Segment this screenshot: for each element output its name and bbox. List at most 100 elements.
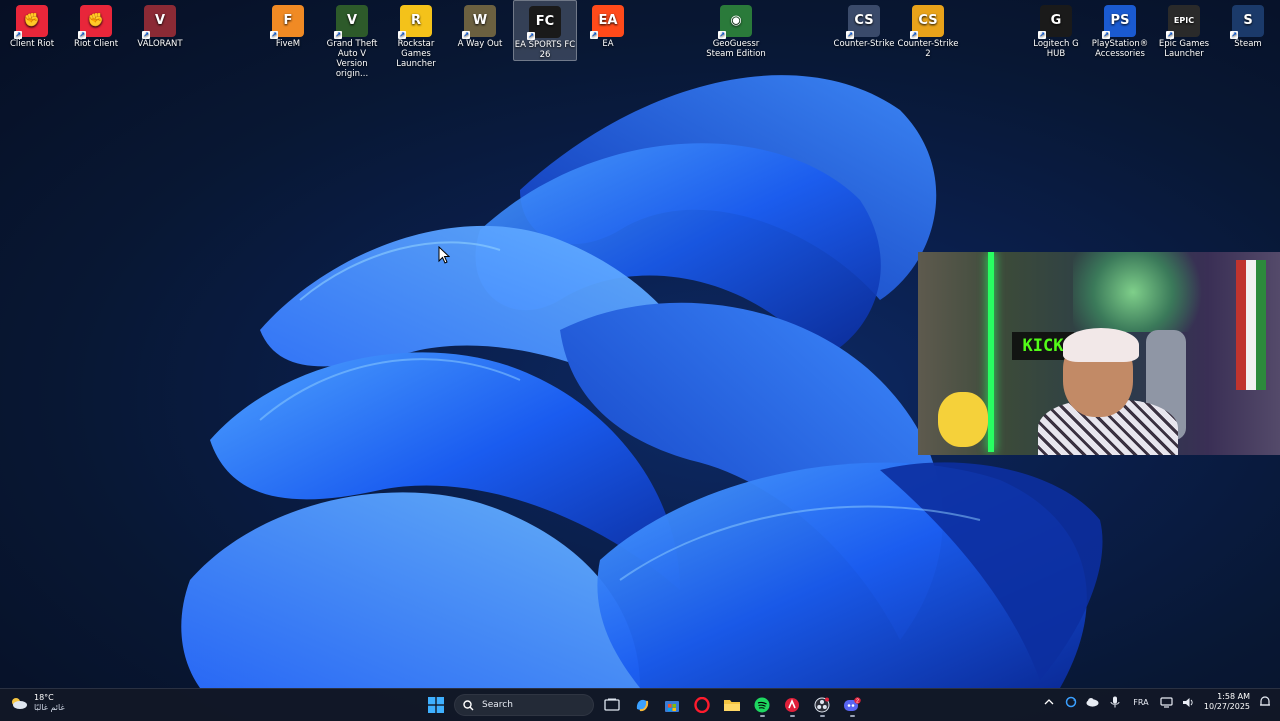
cloudy-weather-icon	[12, 698, 27, 709]
riot-icon: ✊ ↗	[78, 5, 112, 39]
desktop-icon-ea[interactable]: EA ↗ EA	[577, 0, 639, 49]
microsoft-store-button[interactable]	[660, 692, 684, 718]
discord-badge: 2	[856, 698, 859, 704]
desktop-icon-label: Rockstar Games Launcher	[396, 39, 436, 69]
running-indicator	[759, 715, 765, 717]
shortcut-arrow-icon: ↗	[846, 31, 854, 39]
shortcut-arrow-icon: ↗	[398, 31, 406, 39]
opera-icon	[694, 697, 710, 713]
clock-time: 1:58 AM	[1217, 692, 1250, 701]
webcam-overlay: KICK	[918, 252, 1280, 455]
led-strip	[988, 252, 994, 452]
desktop-icon-riot[interactable]: ✊ ↗ Riot Client	[65, 0, 127, 49]
network-icon	[1160, 696, 1173, 708]
discord-icon: 2	[844, 697, 861, 711]
taskbar-app-discord[interactable]: 2	[840, 692, 864, 718]
fivem-icon: F ↗	[270, 5, 304, 39]
desktop-icon-valorant[interactable]: V ↗ VALORANT	[129, 0, 191, 49]
red-app-icon	[785, 698, 799, 712]
valorant-icon: V ↗	[142, 5, 176, 39]
notification-bell-icon	[1260, 696, 1270, 706]
taskbar-app-file-explorer[interactable]	[720, 692, 744, 718]
desktop-icon-label: EA SPORTS FC 26	[514, 40, 576, 60]
start-button[interactable]	[424, 692, 448, 718]
flag	[1236, 260, 1266, 390]
task-view-button[interactable]	[600, 692, 624, 718]
ea-fc-icon: FC ↗	[527, 6, 561, 40]
gta-icon: V ↗	[334, 5, 368, 39]
tray-onedrive[interactable]	[1086, 695, 1100, 709]
taskbar-search[interactable]: Search	[454, 694, 594, 716]
weather-temp: 18°C	[34, 693, 54, 702]
shortcut-arrow-icon: ↗	[1102, 31, 1110, 39]
task-view-icon	[604, 698, 620, 711]
desktop-icon-label: Counter-Strike 2	[897, 39, 959, 59]
mouse-cursor-icon	[438, 246, 450, 264]
desktop-icon-geoguessr[interactable]: ◉ ↗ GeoGuessr Steam Edition	[705, 0, 767, 59]
desktop-icon-rockstar[interactable]: R ↗ Rockstar Games Launcher	[385, 0, 447, 69]
clock[interactable]: 1:58 AM 10/27/2025	[1204, 692, 1250, 712]
desktop-icon-counter-strike[interactable]: CS ↗ Counter-Strike	[833, 0, 895, 49]
desktop-icon-label: Riot Client	[73, 39, 119, 49]
tray-network[interactable]	[1160, 695, 1174, 709]
desktop-icon-steam[interactable]: S ↗ Steam	[1217, 0, 1279, 49]
folder-icon	[724, 700, 740, 711]
desktop-icon-label: Grand Theft Auto V Version origin...	[326, 39, 378, 79]
desktop-icon-label: EA	[602, 39, 614, 49]
taskbar-center: Search 2	[424, 692, 864, 718]
cloud-icon	[1086, 698, 1099, 707]
taskbar-app-red[interactable]	[780, 692, 804, 718]
desktop-icon-playstation[interactable]: PS ↗ PlayStation® Accessories	[1089, 0, 1151, 59]
taskbar-app-obs[interactable]	[810, 692, 834, 718]
shortcut-arrow-icon: ↗	[1166, 31, 1174, 39]
playstation-icon: PS ↗	[1102, 5, 1136, 39]
store-icon	[665, 701, 679, 712]
copilot-button[interactable]	[630, 692, 654, 718]
desktop-icon-ea-fc[interactable]: FC ↗ EA SPORTS FC 26	[513, 0, 577, 61]
desktop-icon-riot[interactable]: ✊ ↗ Client Riot	[1, 0, 63, 49]
desktop-icon-label: Steam	[1234, 39, 1262, 49]
notifications-button[interactable]	[1258, 695, 1272, 709]
microphone-icon	[1110, 696, 1120, 708]
taskbar: 18°C غائم غالبًا Search 2 FRA 1:58 AM 10…	[0, 688, 1280, 721]
desktop-icon-logitech[interactable]: G ↗ Logitech G HUB	[1025, 0, 1087, 59]
taskbar-app-spotify[interactable]	[750, 692, 774, 718]
desktop-icon-a-way-out[interactable]: W ↗ A Way Out	[449, 0, 511, 49]
desktop-icon-label: Client Riot	[9, 39, 55, 49]
weather-condition: غائم غالبًا	[34, 703, 65, 712]
shortcut-arrow-icon: ↗	[1230, 31, 1238, 39]
running-indicator	[789, 715, 795, 717]
running-indicator	[849, 715, 855, 717]
rockstar-icon: R ↗	[398, 5, 432, 39]
streamer-cap	[1063, 328, 1139, 362]
desktop-icon-label: A Way Out	[457, 39, 503, 49]
desktop-icon-fivem[interactable]: F ↗ FiveM	[257, 0, 319, 49]
riot-icon: ✊ ↗	[14, 5, 48, 39]
windows-logo-icon	[428, 697, 444, 713]
tray-microphone[interactable]	[1108, 695, 1122, 709]
desktop-icon-counter-strike-2[interactable]: CS ↗ Counter-Strike 2	[897, 0, 959, 59]
a-way-out-icon: W ↗	[462, 5, 496, 39]
tray-volume[interactable]	[1182, 695, 1196, 709]
desktop-icon-label: Epic Games Launcher	[1158, 39, 1210, 59]
counter-strike-2-icon: CS ↗	[910, 5, 944, 39]
desktop-icon-epic-games[interactable]: EPIC ↗ Epic Games Launcher	[1153, 0, 1215, 59]
steam-icon: S ↗	[1230, 5, 1264, 39]
obs-icon	[814, 697, 830, 713]
shortcut-arrow-icon: ↗	[590, 31, 598, 39]
shortcut-arrow-icon: ↗	[910, 31, 918, 39]
language-indicator[interactable]: FRA	[1130, 695, 1152, 709]
taskbar-app-opera[interactable]	[690, 692, 714, 718]
show-hidden-icons-button[interactable]	[1042, 695, 1056, 709]
geoguessr-icon: ◉ ↗	[718, 5, 752, 39]
desktop-icon-gta[interactable]: V ↗ Grand Theft Auto V Version origin...	[321, 0, 383, 79]
weather-widget[interactable]: 18°C غائم غالبًا	[10, 693, 65, 713]
chevron-up-icon	[1044, 699, 1054, 705]
shortcut-arrow-icon: ↗	[14, 31, 22, 39]
epic-games-icon: EPIC ↗	[1166, 5, 1200, 39]
shortcut-arrow-icon: ↗	[142, 31, 150, 39]
tray-sync[interactable]	[1064, 695, 1078, 709]
shortcut-arrow-icon: ↗	[462, 31, 470, 39]
spotify-icon	[754, 697, 770, 713]
plush-toy	[938, 392, 988, 447]
